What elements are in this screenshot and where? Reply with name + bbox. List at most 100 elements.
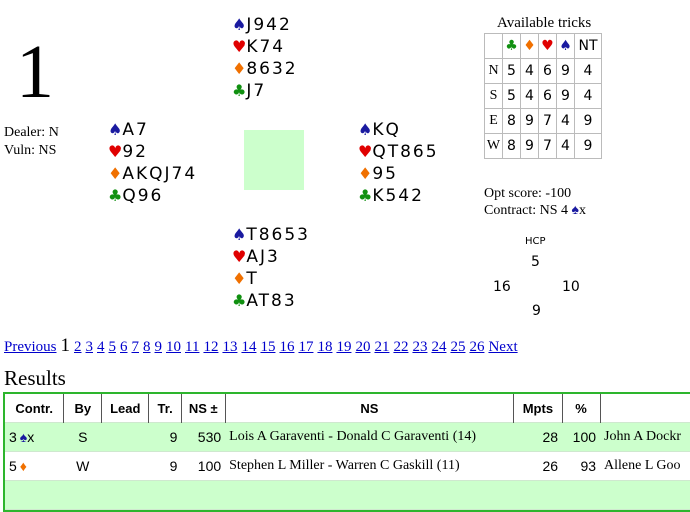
tricks-cell: 9 [520, 108, 539, 134]
heart-icon: ♥ [538, 33, 557, 59]
page-link[interactable]: 3 [86, 339, 94, 355]
tricks-cell: 5 [502, 83, 521, 109]
column-header: Tr. [148, 394, 182, 423]
page-link[interactable]: 13 [222, 339, 237, 355]
east-clubs-row: ♣K542 [358, 185, 439, 207]
ew-pair-cell: Allene L Goo [604, 458, 681, 473]
ew-pair-cell: John A Dockr [600, 422, 690, 452]
column-header [600, 394, 690, 423]
tricks-cell: 7 [538, 108, 557, 134]
diamond-icon: ♦ [232, 59, 247, 78]
east-diamonds-row: ♦95 [358, 163, 439, 185]
hcp-label: HCP [525, 236, 546, 247]
page-link[interactable]: 26 [469, 339, 484, 355]
current-page: 1 [60, 335, 71, 356]
west-clubs-row: ♣Q96 [108, 185, 197, 207]
tricks-cell: 8 [502, 108, 521, 134]
west-hearts-cards: 92 [122, 142, 148, 162]
tricks-cell: 6 [538, 58, 557, 84]
club-icon: ♣ [502, 33, 521, 59]
pct-cell: 100 [562, 422, 601, 452]
page-link[interactable]: 11 [185, 339, 199, 355]
page-link[interactable]: 24 [431, 339, 446, 355]
heart-icon: ♥ [108, 142, 123, 161]
page-link[interactable]: 7 [132, 339, 140, 355]
tricks-cell: 9 [556, 83, 575, 109]
mpts-cell [513, 480, 563, 510]
tricks-seat: E [484, 108, 503, 134]
by-cell [63, 480, 102, 510]
tricks-table: ♣ ♦ ♥ ♠ NT N54694S54694E89749W89749 [484, 33, 602, 159]
lead-cell [102, 452, 149, 481]
west-hand: ♠A7 ♥92 ♦AKQJ74 ♣Q96 [108, 119, 197, 207]
page-link[interactable]: 20 [355, 339, 370, 355]
board-pager: Previous 1 2 3 4 5 6 7 8 9 10 11 12 13 14 15 16 17 18 19 20 2… [4, 335, 522, 357]
north-spades-row: ♠J942 [232, 14, 298, 36]
page-link[interactable]: 25 [450, 339, 465, 355]
mpts-cell: 26 [542, 458, 559, 474]
tricks-cell: 9 [169, 458, 178, 474]
page-link[interactable]: 23 [412, 339, 427, 355]
table-center [244, 130, 304, 190]
page-link[interactable]: 8 [143, 339, 151, 355]
page-link[interactable]: 14 [241, 339, 256, 355]
north-hearts-cards: K74 [246, 37, 286, 57]
south-diamonds-row: ♦T [232, 268, 310, 290]
result-row: 5 ♦ W 9 100 Stephen L Miller - Warren C Gaski… [5, 452, 690, 481]
page-link[interactable]: 4 [97, 339, 105, 355]
column-header: NS ± [181, 394, 226, 423]
page-link[interactable]: 6 [120, 339, 128, 355]
page-link[interactable]: 16 [279, 339, 294, 355]
page-link[interactable]: 21 [374, 339, 389, 355]
spade-icon: ♠ [232, 225, 247, 244]
tricks-cell: 4 [520, 83, 539, 109]
north-spades-cards: J942 [246, 15, 292, 35]
ns-pair-cell: Lois A Garaventi - Donald C Garaventi (1… [225, 422, 514, 452]
south-clubs-cards: AT83 [246, 291, 297, 311]
east-hearts-cards: QT865 [372, 142, 439, 162]
heart-icon: ♥ [232, 37, 247, 56]
dealer-label: Dealer: N [4, 125, 59, 140]
spade-icon: ♠ [556, 33, 575, 59]
west-spades-cards: A7 [122, 120, 149, 140]
tricks-cell [148, 480, 182, 510]
tricks-row: N54694 [484, 58, 602, 84]
tricks-cell: 9 [556, 58, 575, 84]
page-link[interactable]: 15 [260, 339, 275, 355]
east-clubs-cards: K542 [372, 186, 424, 206]
club-icon: ♣ [358, 186, 373, 205]
column-header: Contr. [5, 394, 65, 423]
south-spades-cards: T8653 [246, 225, 310, 245]
page-link[interactable]: 22 [393, 339, 408, 355]
north-diamonds-cards: 8632 [246, 59, 298, 79]
tricks-cell: 4 [520, 58, 539, 84]
tricks-row: E89749 [484, 108, 602, 134]
page-link[interactable]: 9 [155, 339, 163, 355]
north-diamonds-row: ♦8632 [232, 58, 298, 80]
contract-cell [5, 480, 64, 510]
page-link[interactable]: 12 [203, 339, 218, 355]
page-link[interactable]: 18 [317, 339, 332, 355]
contract-line: Contract: NS 4 ♠x [484, 202, 586, 219]
board-number: 1 [16, 30, 54, 114]
contract-prefix: Contract: NS 4 [484, 203, 572, 218]
column-header: % [562, 394, 601, 423]
by-cell: S [63, 422, 102, 452]
page-link[interactable]: 19 [336, 339, 351, 355]
lead-cell [101, 422, 149, 452]
club-icon: ♣ [232, 291, 247, 310]
page-link[interactable]: 2 [74, 339, 82, 355]
north-hearts-row: ♥K74 [232, 36, 298, 58]
page-link[interactable]: 5 [109, 339, 117, 355]
west-diamonds-cards: AKQJ74 [122, 164, 198, 184]
tricks-header-row: ♣ ♦ ♥ ♠ NT [484, 33, 602, 59]
lead-cell [101, 480, 149, 510]
page-link[interactable]: 10 [166, 339, 181, 355]
next-link[interactable]: Next [488, 339, 517, 355]
hcp-west: 16 [493, 279, 511, 295]
diamond-icon: ♦ [108, 164, 123, 183]
previous-link[interactable]: Previous [4, 339, 57, 355]
page-link[interactable]: 17 [298, 339, 313, 355]
tricks-cell: 4 [556, 108, 575, 134]
ns-pair-cell [225, 480, 514, 510]
